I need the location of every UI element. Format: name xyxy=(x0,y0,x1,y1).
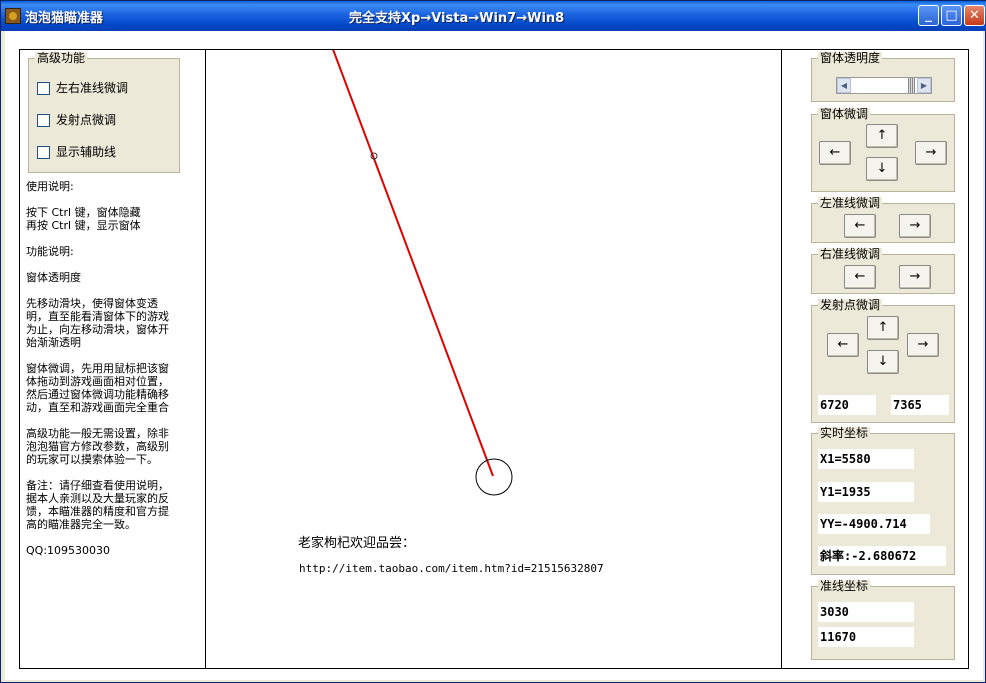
main-frame: 高级功能 左右准线微调 发射点微调 显示辅助线 使用说明: 按下 Ctrl 键，… xyxy=(19,49,969,669)
checkbox-label: 发射点微调 xyxy=(56,113,117,127)
aim-coords-title: 准线坐标 xyxy=(818,579,871,593)
window-up-button[interactable]: ↑ xyxy=(866,124,898,148)
window-title: 泡泡猫瞄准器 xyxy=(25,11,104,26)
help-text: 使用说明: 按下 Ctrl 键，窗体隐藏 再按 Ctrl 键，显示窗体 功能说明… xyxy=(26,180,169,557)
title-bar[interactable]: 泡泡猫瞄准器 完全支持Xp→Vista→Win7→Win8 _ □ ✕ xyxy=(1,1,986,31)
yy-field: YY=-4900.714 xyxy=(818,514,930,534)
transparency-group: 窗体透明度 ◀ ▶ xyxy=(811,52,955,102)
slider-right-arrow-icon[interactable]: ▶ xyxy=(917,78,931,93)
advanced-group: 高级功能 左右准线微调 发射点微调 显示辅助线 xyxy=(28,52,180,173)
aim-coord-a-field: 3030 xyxy=(818,602,914,622)
right-aim-left-button[interactable]: ← xyxy=(844,265,876,289)
checkbox-launch-adjust[interactable]: 发射点微调 xyxy=(37,113,116,129)
checkbox-box[interactable] xyxy=(37,82,50,95)
checkbox-aim-adjust[interactable]: 左右准线微调 xyxy=(37,81,128,97)
close-button[interactable]: ✕ xyxy=(964,5,985,26)
checkbox-label: 左右准线微调 xyxy=(56,81,129,95)
aim-overlay xyxy=(332,50,513,496)
transparency-title: 窗体透明度 xyxy=(818,51,883,65)
app-window: 泡泡猫瞄准器 完全支持Xp→Vista→Win7→Win8 _ □ ✕ 高级功能… xyxy=(0,0,986,683)
promo-text: 老家枸杞欢迎品尝： xyxy=(298,536,416,551)
aim-canvas[interactable]: 老家枸杞欢迎品尝： http://item.taobao.com/item.ht… xyxy=(206,50,782,668)
right-panel: 窗体透明度 ◀ ▶ 窗体微调 ↑ ← → ↓ 左准线微调 ← → 右准线微调 ←… xyxy=(782,50,968,668)
realtime-coords-title: 实时坐标 xyxy=(818,426,871,440)
realtime-coords-group: 实时坐标 X1=5580 Y1=1935 YY=-4900.714 斜率:-2.… xyxy=(811,427,955,575)
left-aim-title: 左准线微调 xyxy=(818,196,883,210)
checkbox-box[interactable] xyxy=(37,146,50,159)
slider-thumb[interactable] xyxy=(908,78,915,93)
client-area: 高级功能 左右准线微调 发射点微调 显示辅助线 使用说明: 按下 Ctrl 键，… xyxy=(5,31,983,680)
launch-point-title: 发射点微调 xyxy=(818,298,883,312)
launch-down-button[interactable]: ↓ xyxy=(867,350,899,374)
launch-y-field[interactable]: 7365 xyxy=(891,395,949,415)
checkbox-aux-line[interactable]: 显示辅助线 xyxy=(37,145,116,161)
window-left-button[interactable]: ← xyxy=(819,141,851,165)
checkbox-label: 显示辅助线 xyxy=(56,145,117,159)
checkbox-box[interactable] xyxy=(37,114,50,127)
window-down-button[interactable]: ↓ xyxy=(866,157,898,181)
launch-right-button[interactable]: → xyxy=(907,333,939,357)
window-adjust-title: 窗体微调 xyxy=(818,107,871,121)
aim-line xyxy=(332,50,494,477)
x1-field: X1=5580 xyxy=(818,449,914,469)
launch-x-field[interactable]: 6720 xyxy=(818,395,876,415)
left-aim-group: 左准线微调 ← → xyxy=(811,197,955,243)
transparency-slider[interactable]: ◀ ▶ xyxy=(836,77,932,94)
window-adjust-group: 窗体微调 ↑ ← → ↓ xyxy=(811,108,955,192)
y1-field: Y1=1935 xyxy=(818,482,914,502)
aim-coords-group: 准线坐标 3030 11670 xyxy=(811,580,955,660)
slope-field: 斜率:-2.680672 xyxy=(818,546,946,566)
window-subtitle: 完全支持Xp→Vista→Win7→Win8 xyxy=(349,11,565,26)
slider-left-arrow-icon[interactable]: ◀ xyxy=(837,78,851,93)
launch-point-circle[interactable] xyxy=(475,458,513,496)
launch-left-button[interactable]: ← xyxy=(827,333,859,357)
left-aim-right-button[interactable]: → xyxy=(899,214,931,238)
left-panel: 高级功能 左右准线微调 发射点微调 显示辅助线 使用说明: 按下 Ctrl 键，… xyxy=(20,50,206,668)
right-aim-group: 右准线微调 ← → xyxy=(811,248,955,294)
advanced-group-title: 高级功能 xyxy=(35,51,88,65)
aim-coord-b-field: 11670 xyxy=(818,627,914,647)
launch-point-group: 发射点微调 ↑ ← → ↓ 6720 7365 xyxy=(811,299,955,423)
left-aim-left-button[interactable]: ← xyxy=(844,214,876,238)
app-icon xyxy=(5,8,21,24)
right-aim-right-button[interactable]: → xyxy=(899,265,931,289)
right-aim-title: 右准线微调 xyxy=(818,247,883,261)
minimize-button[interactable]: _ xyxy=(918,5,939,26)
window-right-button[interactable]: → xyxy=(915,141,947,165)
launch-up-button[interactable]: ↑ xyxy=(867,316,899,340)
promo-link[interactable]: http://item.taobao.com/item.htm?id=21515… xyxy=(299,562,604,575)
maximize-button[interactable]: □ xyxy=(941,5,962,26)
